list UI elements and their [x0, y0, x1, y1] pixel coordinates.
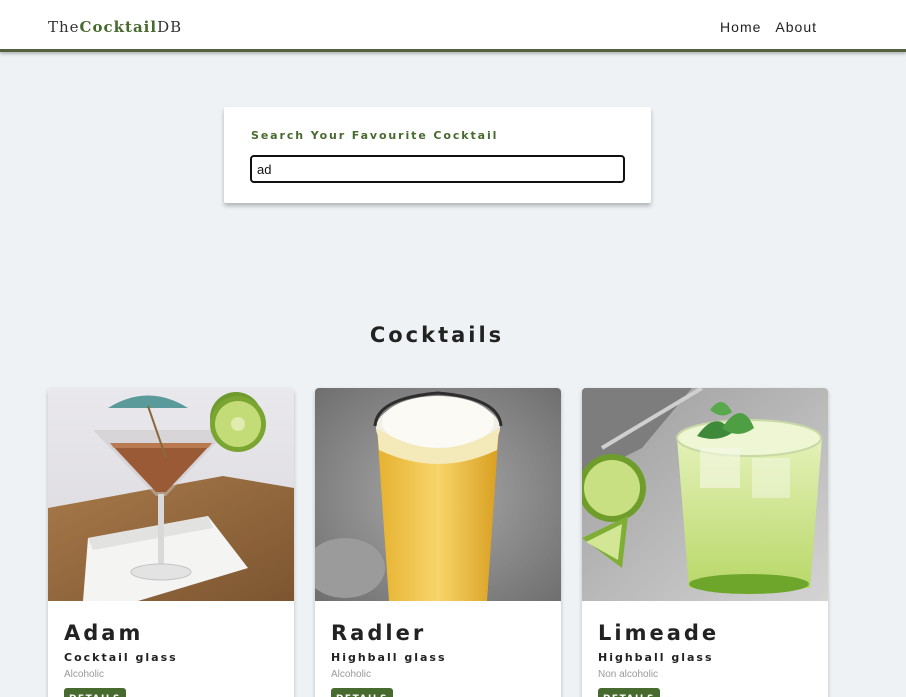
- nav-link-about[interactable]: About: [775, 19, 817, 35]
- cocktail-info: Alcoholic: [64, 669, 105, 680]
- martini-glass-photo: [48, 388, 294, 601]
- search-form: Search Your Favourite Cocktail: [224, 107, 651, 203]
- logo-suffix: DB: [157, 18, 183, 36]
- logo-accent: Cocktail: [79, 18, 158, 36]
- cocktail-name: Limeade: [598, 621, 720, 645]
- logo-prefix: The: [48, 18, 80, 36]
- beer-pint-photo: [315, 388, 561, 601]
- site-logo[interactable]: TheCocktailDB: [48, 18, 182, 36]
- lime-drink-photo: [582, 388, 828, 601]
- nav-links: Home About: [720, 19, 817, 35]
- details-button[interactable]: DETAILS: [64, 688, 126, 697]
- cocktail-glass: Cocktail glass: [64, 651, 178, 664]
- search-label: Search Your Favourite Cocktail: [251, 129, 499, 142]
- cocktail-name: Radler: [331, 621, 427, 645]
- cocktail-glass: Highball glass: [598, 651, 714, 664]
- cocktail-glass: Highball glass: [331, 651, 447, 664]
- details-button[interactable]: DETAILS: [331, 688, 393, 697]
- search-input[interactable]: [250, 155, 625, 183]
- cocktail-card: Limeade Highball glass Non alcoholic DET…: [582, 388, 828, 697]
- section-title: Cocktails: [369, 323, 505, 347]
- cocktail-name: Adam: [64, 621, 144, 645]
- details-button[interactable]: DETAILS: [598, 688, 660, 697]
- cocktail-card: Radler Highball glass Alcoholic DETAILS: [315, 388, 561, 697]
- navbar: TheCocktailDB Home About: [0, 0, 906, 52]
- nav-link-home[interactable]: Home: [720, 19, 761, 35]
- cocktail-card: Adam Cocktail glass Alcoholic DETAILS: [48, 388, 294, 697]
- cocktail-info: Non alcoholic: [598, 669, 659, 680]
- cocktail-info: Alcoholic: [331, 669, 372, 680]
